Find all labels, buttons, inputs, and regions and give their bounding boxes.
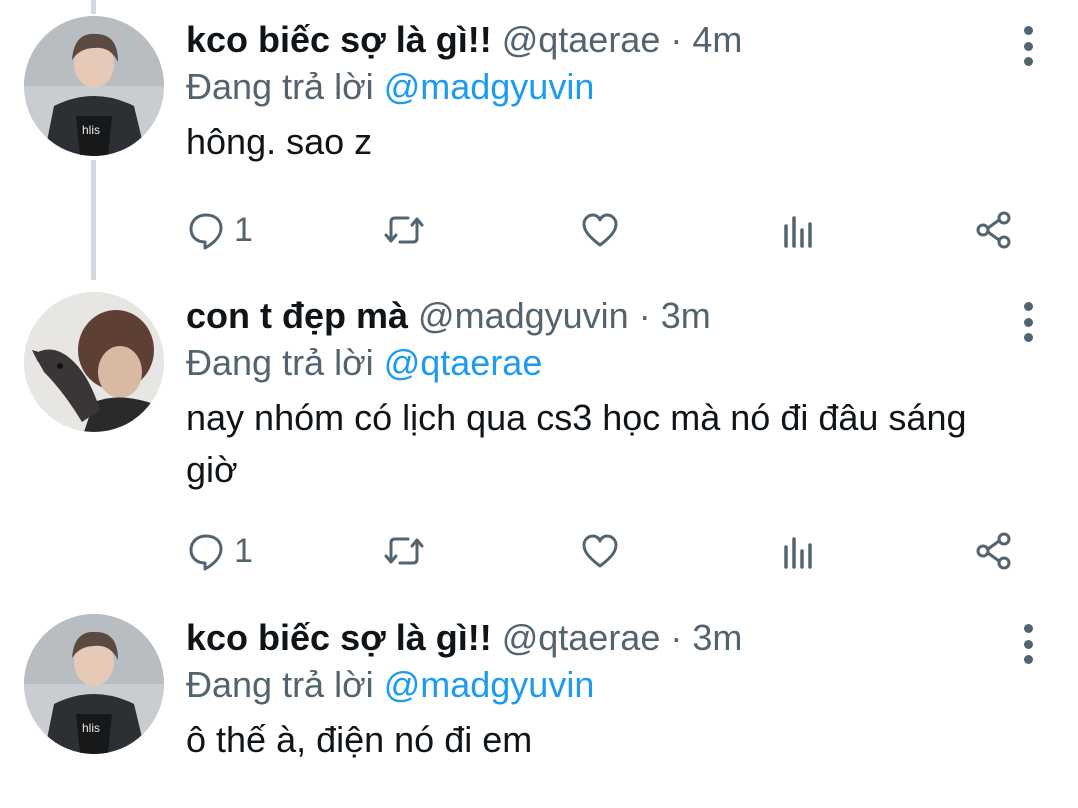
timestamp[interactable]: 3m [692,617,742,658]
reply-button[interactable]: 1 [186,526,253,576]
more-vertical-icon[interactable] [1022,302,1034,342]
share-button[interactable] [974,205,1014,255]
retweet-icon [384,216,424,244]
avatar-person-with-dog-image [24,292,164,432]
svg-text:hlis: hlis [82,721,100,735]
tweet[interactable]: hlis kco biếc sợ là gì!! @qtaerae · 3m Đ… [0,598,1078,808]
tweet-header: kco biếc sợ là gì!! @qtaerae · 3m [186,616,1018,660]
tweet-text: nay nhóm có lịch qua cs3 học mà nó đi đâ… [186,397,967,490]
analytics-button[interactable] [778,205,818,255]
retweet-button[interactable] [382,205,426,255]
avatar[interactable] [24,292,164,432]
display-name[interactable]: kco biếc sợ là gì!! [186,19,492,60]
user-handle[interactable]: @qtaerae [502,19,661,60]
reply-count: 1 [234,531,253,570]
tweet-header: con t đẹp mà @madgyuvin · 3m [186,294,1018,338]
separator-dot: · [670,19,683,60]
reply-mention-link[interactable]: @madgyuvin [384,66,595,107]
retweet-icon [384,537,424,565]
tweet-content: con t đẹp mà @madgyuvin · 3m Đang trả lờ… [186,294,1018,496]
timestamp[interactable]: 4m [692,19,742,60]
replying-to: Đang trả lời @madgyuvin [186,662,1018,708]
svg-text:hlis: hlis [82,123,100,137]
timestamp[interactable]: 3m [661,295,711,336]
tweet-text: hông. sao z [186,121,373,162]
tweet-header: kco biếc sợ là gì!! @qtaerae · 4m [186,18,1018,62]
user-handle[interactable]: @madgyuvin [418,295,629,336]
reply-count: 1 [234,210,253,249]
user-handle[interactable]: @qtaerae [502,617,661,658]
tweet[interactable]: con t đẹp mà @madgyuvin · 3m Đang trả lờ… [0,276,1078,606]
share-icon [976,532,1011,570]
separator-dot: · [670,617,683,658]
reply-prefix: Đang trả lời [186,342,374,383]
avatar[interactable]: hlis [24,16,164,156]
reply-icon [189,534,223,571]
reply-mention-link[interactable]: @qtaerae [384,342,543,383]
analytics-icon [784,216,812,248]
reply-mention-link[interactable]: @madgyuvin [384,664,595,705]
share-button[interactable] [974,526,1014,576]
like-button[interactable] [580,526,620,576]
tweet-content: kco biếc sợ là gì!! @qtaerae · 3m Đang t… [186,616,1018,766]
separator-dot: · [638,295,651,336]
action-bar: 1 [186,205,1018,255]
share-icon [976,211,1011,249]
avatar-person-dark-jacket-image: hlis [24,614,164,754]
reply-prefix: Đang trả lời [186,66,374,107]
reply-prefix: Đang trả lời [186,664,374,705]
reply-button[interactable]: 1 [186,205,253,255]
action-bar: 1 [186,526,1018,576]
tweet-text: ô thế à, điện nó đi em [186,719,533,760]
heart-icon [582,534,618,568]
avatar-person-dark-jacket-image: hlis [24,16,164,156]
display-name[interactable]: con t đẹp mà [186,295,408,336]
reply-icon [189,213,223,250]
avatar[interactable]: hlis [24,614,164,754]
retweet-button[interactable] [382,526,426,576]
more-vertical-icon[interactable] [1022,624,1034,664]
analytics-icon [784,537,812,569]
more-vertical-icon[interactable] [1022,26,1034,66]
tweet-content: kco biếc sợ là gì!! @qtaerae · 4m Đang t… [186,18,1018,168]
tweet[interactable]: hlis kco biếc sợ là gì!! @qtaerae · 4m Đ… [0,0,1078,290]
replying-to: Đang trả lời @madgyuvin [186,64,1018,110]
replying-to: Đang trả lời @qtaerae [186,340,1018,386]
display-name[interactable]: kco biếc sợ là gì!! [186,617,492,658]
analytics-button[interactable] [778,526,818,576]
like-button[interactable] [580,205,620,255]
heart-icon [582,213,618,247]
